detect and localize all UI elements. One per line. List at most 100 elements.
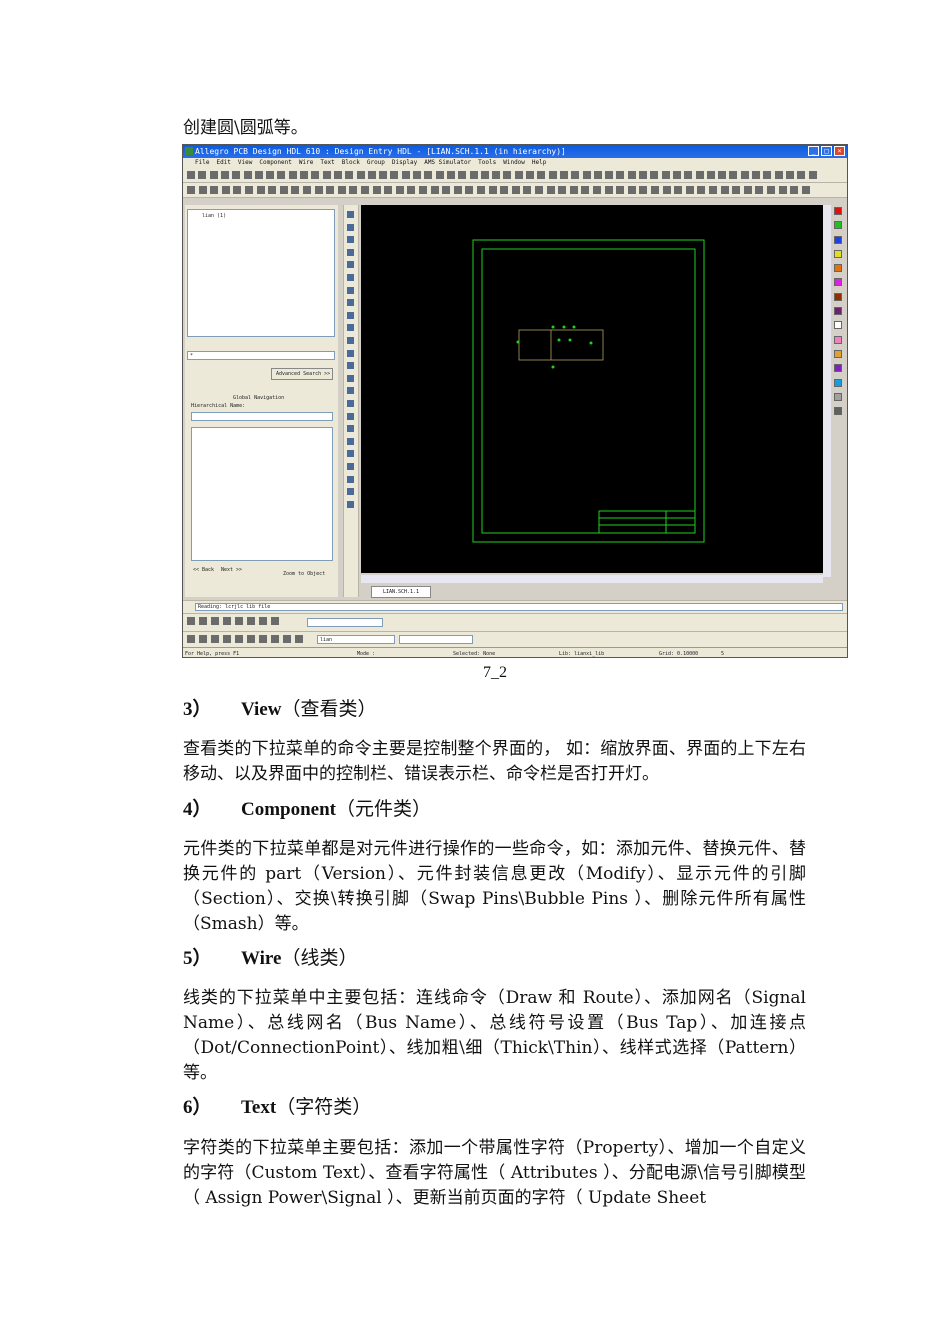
toolbar-button-icon[interactable] bbox=[259, 635, 267, 643]
toolbar-button-icon[interactable] bbox=[419, 186, 427, 194]
toolbar-button-icon[interactable] bbox=[268, 186, 277, 194]
toolbar-button-icon[interactable] bbox=[256, 186, 265, 194]
tool-button-icon[interactable] bbox=[347, 261, 354, 269]
toolbar-button-icon[interactable] bbox=[639, 186, 648, 194]
toolbar-button-icon[interactable] bbox=[639, 171, 647, 179]
toolbar-button-icon[interactable] bbox=[546, 186, 555, 194]
toolbar-button-icon[interactable] bbox=[300, 171, 308, 179]
toolbar-button-icon[interactable] bbox=[283, 635, 291, 643]
toolbar-button-icon[interactable] bbox=[395, 186, 404, 194]
toolbar-button-icon[interactable] bbox=[672, 171, 681, 179]
toolbar-button-icon[interactable] bbox=[627, 186, 636, 194]
toolbar-button-icon[interactable] bbox=[558, 186, 567, 194]
toolbar-button-icon[interactable] bbox=[413, 171, 421, 179]
toolbar-button-icon[interactable] bbox=[247, 617, 255, 625]
toolbar-button-icon[interactable] bbox=[277, 171, 286, 179]
toolbar-button-icon[interactable] bbox=[199, 635, 207, 643]
toolbar-button-icon[interactable] bbox=[661, 171, 670, 179]
menu-item[interactable]: Component bbox=[259, 159, 292, 166]
toolbar-button-icon[interactable] bbox=[480, 171, 489, 179]
toolbar-button-icon[interactable] bbox=[662, 186, 671, 194]
toolbar-button-icon[interactable] bbox=[220, 171, 229, 179]
toolbar-button-icon[interactable] bbox=[333, 171, 342, 179]
toolbar-button-icon[interactable] bbox=[187, 171, 195, 179]
toolbar-button-icon[interactable] bbox=[233, 186, 242, 194]
toolbar-button-icon[interactable] bbox=[211, 635, 219, 643]
toolbar-button-icon[interactable] bbox=[247, 635, 255, 643]
toolbar-button-icon[interactable] bbox=[379, 171, 388, 179]
toolbar-button-icon[interactable] bbox=[535, 186, 543, 194]
toolbar-button-icon[interactable] bbox=[537, 171, 546, 179]
toolbar-button-icon[interactable] bbox=[469, 171, 478, 179]
toolbar-button-icon[interactable] bbox=[430, 186, 439, 194]
toolbar-button-icon[interactable] bbox=[488, 186, 497, 194]
toolbar-button-icon[interactable] bbox=[559, 171, 568, 179]
toolbar-button-icon[interactable] bbox=[511, 186, 520, 194]
toolbar-button-icon[interactable] bbox=[477, 186, 485, 194]
toolbar-button-icon[interactable] bbox=[763, 171, 772, 179]
toolbar-button-icon[interactable] bbox=[322, 171, 331, 179]
tool-button-icon[interactable] bbox=[347, 211, 354, 218]
menu-item[interactable]: Block bbox=[342, 159, 360, 166]
menu-item[interactable]: View bbox=[238, 159, 252, 166]
console-combo[interactable] bbox=[307, 618, 383, 627]
toolbar-button-icon[interactable] bbox=[605, 171, 614, 179]
toolbar-button-icon[interactable] bbox=[221, 186, 230, 194]
toolbar-button-icon[interactable] bbox=[752, 171, 760, 179]
tool-button-icon[interactable] bbox=[347, 475, 354, 483]
tool-button-icon[interactable] bbox=[347, 362, 354, 370]
color-swatch[interactable] bbox=[834, 221, 842, 230]
color-swatch[interactable] bbox=[834, 349, 842, 358]
toolbar-button-icon[interactable] bbox=[465, 186, 474, 194]
tool-button-icon[interactable] bbox=[347, 500, 354, 508]
toolbar-button-icon[interactable] bbox=[288, 171, 297, 179]
horizontal-scrollbar[interactable] bbox=[361, 575, 823, 583]
toolbar-button-icon[interactable] bbox=[271, 635, 279, 643]
toolbar-button-icon[interactable] bbox=[390, 171, 399, 179]
toolbar-button-icon[interactable] bbox=[674, 186, 683, 194]
toolbar-button-icon[interactable] bbox=[593, 186, 601, 194]
toolbar-button-icon[interactable] bbox=[243, 171, 252, 179]
toolbar-button-icon[interactable] bbox=[808, 171, 817, 179]
toolbar-button-icon[interactable] bbox=[785, 171, 794, 179]
toolbar-button-icon[interactable] bbox=[303, 186, 311, 194]
toolbar-button-icon[interactable] bbox=[732, 186, 741, 194]
toolbar-button-icon[interactable] bbox=[571, 171, 580, 179]
toolbar-button-icon[interactable] bbox=[235, 635, 243, 643]
menu-item[interactable]: AMS Simulator bbox=[424, 159, 471, 166]
toolbar-button-icon[interactable] bbox=[453, 186, 462, 194]
toolbar-button-icon[interactable] bbox=[384, 186, 393, 194]
tool-button-icon[interactable] bbox=[347, 299, 354, 307]
hierarchical-name-select[interactable] bbox=[191, 412, 333, 421]
menu-item[interactable]: Help bbox=[532, 159, 546, 166]
tool-button-icon[interactable] bbox=[347, 412, 354, 420]
next-button[interactable]: Next >> bbox=[221, 567, 242, 573]
toolbar-button-icon[interactable] bbox=[232, 171, 241, 179]
toolbar-button-icon[interactable] bbox=[259, 617, 267, 625]
toolbar-button-icon[interactable] bbox=[697, 186, 706, 194]
toolbar-button-icon[interactable] bbox=[271, 617, 279, 625]
toolbar-button-icon[interactable] bbox=[616, 171, 625, 179]
toolbar-button-icon[interactable] bbox=[720, 186, 729, 194]
hierarchy-tree[interactable]: lian (1) bbox=[187, 209, 335, 337]
tool-button-icon[interactable] bbox=[347, 337, 354, 344]
toolbar-button-icon[interactable] bbox=[767, 186, 775, 194]
toolbar-button-icon[interactable] bbox=[790, 186, 799, 194]
toolbar-button-icon[interactable] bbox=[627, 171, 636, 179]
toolbar-button-icon[interactable] bbox=[797, 171, 806, 179]
color-swatch[interactable] bbox=[834, 364, 842, 373]
search-input[interactable]: * bbox=[187, 351, 335, 360]
toolbar-button-icon[interactable] bbox=[367, 171, 376, 179]
toolbar-button-icon[interactable] bbox=[401, 171, 410, 179]
toolbar-button-icon[interactable] bbox=[337, 186, 346, 194]
toolbar-button-icon[interactable] bbox=[651, 186, 659, 194]
tool-button-icon[interactable] bbox=[347, 463, 354, 470]
toolbar-button-icon[interactable] bbox=[616, 186, 625, 194]
toolbar-button-icon[interactable] bbox=[372, 186, 381, 194]
toolbar-button-icon[interactable] bbox=[356, 171, 365, 179]
schematic-canvas[interactable] bbox=[361, 205, 823, 573]
tool-button-icon[interactable] bbox=[347, 324, 354, 332]
tool-button-icon[interactable] bbox=[347, 349, 354, 357]
toolbar-button-icon[interactable] bbox=[407, 186, 416, 194]
hierarchy-root[interactable]: lian (1) bbox=[202, 213, 226, 219]
